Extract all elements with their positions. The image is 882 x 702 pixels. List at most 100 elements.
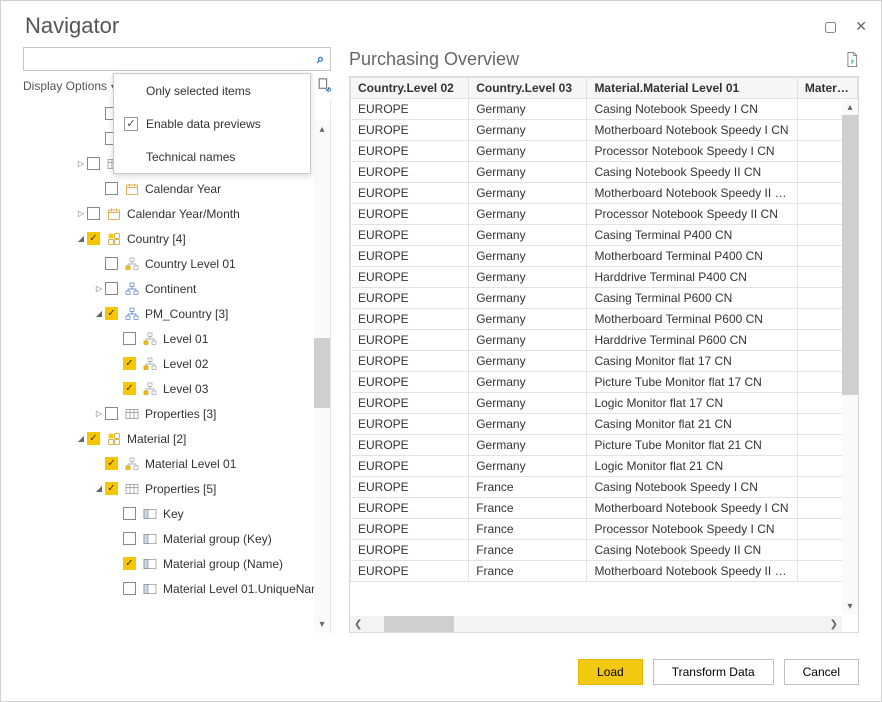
table-row[interactable]: EUROPEGermanyCasing Monitor flat 17 CN — [351, 351, 858, 372]
scroll-up-icon[interactable]: ▴ — [319, 121, 324, 138]
table-row[interactable]: EUROPEGermanyProcessor Notebook Speedy I… — [351, 204, 858, 225]
checkbox[interactable] — [105, 282, 118, 295]
cell: EUROPE — [351, 267, 469, 288]
scroll-thumb[interactable] — [842, 115, 858, 395]
checkbox[interactable] — [105, 182, 118, 195]
twisty-icon[interactable]: ▷ — [75, 159, 87, 168]
twisty-icon[interactable]: ◢ — [75, 234, 87, 243]
grid-h-scrollbar[interactable]: ❮ ❯ — [350, 616, 842, 632]
twisty-icon[interactable]: ▷ — [93, 284, 105, 293]
cell: Germany — [469, 435, 587, 456]
tree-item[interactable]: ▷Properties [3] — [23, 401, 330, 426]
checkbox[interactable] — [123, 507, 136, 520]
transform-button[interactable]: Transform Data — [653, 659, 774, 685]
tree-item[interactable]: Key — [23, 501, 330, 526]
checkbox[interactable] — [123, 357, 136, 370]
table-row[interactable]: EUROPEGermanyHarddrive Terminal P400 CN — [351, 267, 858, 288]
checkbox[interactable] — [123, 557, 136, 570]
tree-item[interactable]: Level 02 — [23, 351, 330, 376]
menu-enable-previews[interactable]: ✓ Enable data previews — [114, 107, 310, 140]
tree-item[interactable]: Level 03 — [23, 376, 330, 401]
table-row[interactable]: EUROPEFranceMotherboard Notebook Speedy … — [351, 561, 858, 582]
tree-item[interactable]: ▷Calendar Year/Month — [23, 201, 330, 226]
checkbox[interactable] — [87, 232, 100, 245]
table-row[interactable]: EUROPEGermanyMotherboard Terminal P400 C… — [351, 246, 858, 267]
checkbox[interactable] — [123, 582, 136, 595]
scroll-up-icon[interactable]: ▴ — [845, 100, 854, 115]
checkbox[interactable] — [105, 407, 118, 420]
checkbox[interactable] — [123, 382, 136, 395]
tree-item[interactable]: ◢Country [4] — [23, 226, 330, 251]
cancel-button[interactable]: Cancel — [784, 659, 859, 685]
menu-technical-names[interactable]: ✓ Technical names — [114, 140, 310, 173]
table-row[interactable]: EUROPEGermanyCasing Terminal P600 CN — [351, 288, 858, 309]
table-row[interactable]: EUROPEGermanyCasing Notebook Speedy I CN — [351, 99, 858, 120]
scroll-thumb[interactable] — [314, 338, 330, 408]
table-row[interactable]: EUROPEGermanyMotherboard Notebook Speedy… — [351, 120, 858, 141]
checkbox[interactable] — [105, 307, 118, 320]
search-input-wrap[interactable]: ⌕ — [23, 47, 331, 71]
tree-item[interactable]: Country Level 01 — [23, 251, 330, 276]
checkbox[interactable] — [105, 457, 118, 470]
table-row[interactable]: EUROPEGermanyMotherboard Terminal P600 C… — [351, 309, 858, 330]
table-row[interactable]: EUROPEGermanyLogic Monitor flat 21 CN — [351, 456, 858, 477]
column-header[interactable]: Country.Level 03 — [469, 78, 587, 99]
search-icon[interactable]: ⌕ — [317, 51, 324, 67]
table-row[interactable]: EUROPEGermanyCasing Notebook Speedy II C… — [351, 162, 858, 183]
table-row[interactable]: EUROPEGermanyPicture Tube Monitor flat 1… — [351, 372, 858, 393]
refresh-icon[interactable] — [316, 77, 331, 95]
twisty-icon[interactable]: ▷ — [93, 409, 105, 418]
tree-item[interactable]: ▷Continent — [23, 276, 330, 301]
menu-only-selected[interactable]: ✓ Only selected items — [114, 74, 310, 107]
tree-item[interactable]: Material Level 01.UniqueName — [23, 576, 330, 601]
grid-v-scrollbar[interactable]: ▴ ▾ — [842, 100, 858, 614]
scroll-left-icon[interactable]: ❮ — [350, 619, 366, 630]
tree-item[interactable]: Material Level 01 — [23, 451, 330, 476]
table-row[interactable]: EUROPEGermanyPicture Tube Monitor flat 2… — [351, 435, 858, 456]
tree-item[interactable]: ◢Properties [5] — [23, 476, 330, 501]
twisty-icon[interactable]: ◢ — [75, 434, 87, 443]
load-button[interactable]: Load — [578, 659, 643, 685]
table-row[interactable]: EUROPEFranceCasing Notebook Speedy I CN — [351, 477, 858, 498]
tree-item[interactable]: Level 01 — [23, 326, 330, 351]
table-row[interactable]: EUROPEFranceProcessor Notebook Speedy I … — [351, 519, 858, 540]
table-row[interactable]: EUROPEGermanyCasing Terminal P400 CN — [351, 225, 858, 246]
close-button[interactable]: ✕ — [855, 18, 867, 35]
search-input[interactable] — [30, 49, 317, 69]
tree-view[interactable]: ▷MCalendar Year▷Calendar Year/Month◢Coun… — [23, 101, 331, 633]
tree-item[interactable]: ◢PM_Country [3] — [23, 301, 330, 326]
scroll-right-icon[interactable]: ❯ — [826, 619, 842, 630]
column-header[interactable]: Material — [797, 78, 857, 99]
table-row[interactable]: EUROPEGermanyProcessor Notebook Speedy I… — [351, 141, 858, 162]
table-row[interactable]: EUROPEGermanyHarddrive Terminal P600 CN — [351, 330, 858, 351]
table-row[interactable]: EUROPEGermanyMotherboard Notebook Speedy… — [351, 183, 858, 204]
checkbox[interactable] — [123, 532, 136, 545]
preview-grid[interactable]: Country.Level 02Country.Level 03Material… — [349, 76, 859, 633]
twisty-icon[interactable]: ◢ — [93, 484, 105, 493]
document-icon[interactable] — [845, 51, 859, 72]
column-header[interactable]: Country.Level 02 — [351, 78, 469, 99]
table-row[interactable]: EUROPEGermanyLogic Monitor flat 17 CN — [351, 393, 858, 414]
tree-item[interactable]: Calendar Year — [23, 176, 330, 201]
scroll-thumb[interactable] — [384, 616, 454, 632]
tree-item[interactable]: Material group (Key) — [23, 526, 330, 551]
maximize-button[interactable]: ▢ — [824, 18, 837, 35]
checkbox[interactable] — [105, 257, 118, 270]
column-header[interactable]: Material.Material Level 01 — [587, 78, 797, 99]
display-options-dropdown[interactable]: Display Options ▾ — [23, 79, 115, 93]
twisty-icon[interactable]: ◢ — [93, 309, 105, 318]
table-row[interactable]: EUROPEFranceCasing Notebook Speedy II CN — [351, 540, 858, 561]
checkbox[interactable] — [123, 332, 136, 345]
table-row[interactable]: EUROPEGermanyCasing Monitor flat 21 CN — [351, 414, 858, 435]
checkbox[interactable] — [87, 207, 100, 220]
tree-item[interactable]: ◢Material [2] — [23, 426, 330, 451]
tree-item[interactable]: Material group (Name) — [23, 551, 330, 576]
table-row[interactable]: EUROPEFranceMotherboard Notebook Speedy … — [351, 498, 858, 519]
checkbox[interactable] — [87, 432, 100, 445]
scroll-down-icon[interactable]: ▾ — [845, 599, 854, 614]
checkbox[interactable] — [105, 482, 118, 495]
scroll-down-icon[interactable]: ▾ — [319, 616, 324, 633]
tree-scrollbar[interactable]: ▴ ▾ — [314, 121, 330, 633]
checkbox[interactable] — [87, 157, 100, 170]
twisty-icon[interactable]: ▷ — [75, 209, 87, 218]
